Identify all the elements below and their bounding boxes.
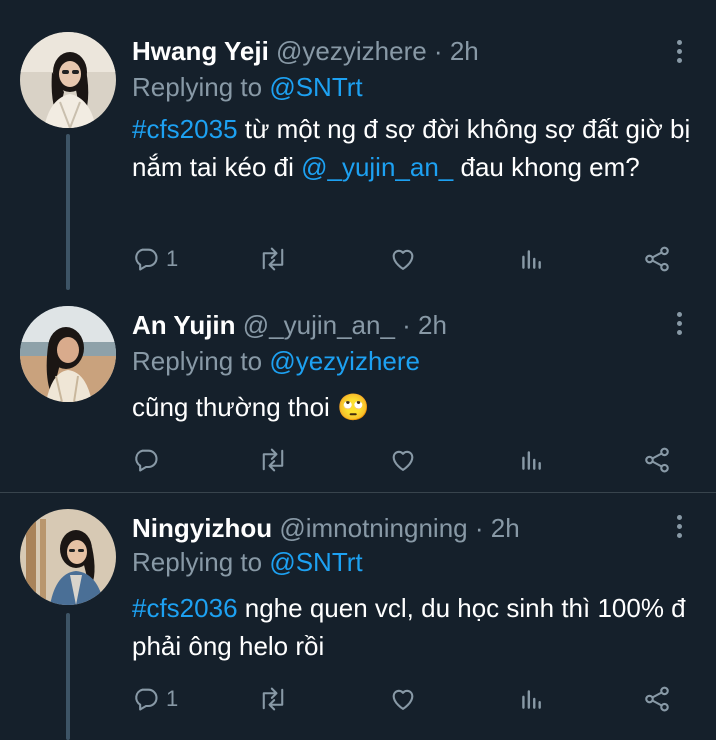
share-button[interactable] (642, 239, 672, 279)
retweet-icon (262, 448, 284, 472)
user-handle[interactable]: @_yujin_an_ (243, 310, 395, 340)
tweet-text-part: cũng thường thoi (132, 392, 338, 422)
like-icon (392, 689, 414, 710)
analytics-icon (522, 451, 541, 470)
hashtag-link[interactable]: #cfs2035 (132, 114, 238, 144)
replying-to-link[interactable]: @SNTrt (269, 72, 362, 102)
like-button[interactable] (388, 440, 418, 480)
avatar[interactable] (20, 32, 116, 128)
like-icon (392, 249, 414, 270)
reply-count: 1 (166, 686, 179, 711)
tweet-text-part: đau khong em? (453, 152, 640, 182)
reply-button[interactable]: 1 (132, 679, 178, 719)
display-name[interactable]: Ningyizhou (132, 513, 272, 543)
reply-count: 1 (166, 246, 179, 271)
replying-to: Replying to @yezyizhere (132, 346, 420, 377)
mention-link[interactable]: @_yujin_an_ (301, 152, 453, 182)
share-icon (645, 686, 669, 712)
more-options-icon[interactable] (672, 40, 686, 70)
share-button[interactable] (642, 679, 672, 719)
display-name[interactable]: Hwang Yeji (132, 36, 269, 66)
like-button[interactable] (388, 239, 418, 279)
hashtag-link[interactable]: #cfs2036 (132, 593, 238, 623)
reply-icon (135, 248, 158, 271)
timestamp[interactable]: 2h (450, 36, 479, 66)
tweet-text: #cfs2036 nghe quen vcl, du học sinh thì … (132, 589, 692, 665)
replying-to-link[interactable]: @yezyizhere (269, 346, 420, 376)
analytics-icon (522, 250, 541, 269)
replying-to-link[interactable]: @SNTrt (269, 547, 362, 577)
replying-prefix: Replying to (132, 346, 270, 376)
analytics-button[interactable] (518, 239, 544, 279)
tweet-actions (132, 440, 692, 480)
more-options-icon[interactable] (672, 312, 686, 342)
more-options-icon[interactable] (672, 515, 686, 545)
retweet-button[interactable] (258, 239, 288, 279)
tweet-actions: 1 (132, 239, 692, 279)
tweet-3[interactable]: Ningyizhou @imnotningning · 2h Replying … (0, 493, 716, 740)
user-handle[interactable]: @yezyizhere (276, 36, 427, 66)
retweet-button[interactable] (258, 440, 288, 480)
replying-to: Replying to @SNTrt (132, 72, 363, 103)
thread-line (66, 613, 70, 740)
tweet-text: #cfs2035 từ một ng đ sợ đời không sợ đất… (132, 110, 692, 186)
timestamp[interactable]: 2h (418, 310, 447, 340)
replying-to: Replying to @SNTrt (132, 547, 363, 578)
user-handle[interactable]: @imnotningning (279, 513, 467, 543)
retweet-icon (262, 247, 284, 271)
share-icon (645, 246, 669, 272)
retweet-icon (262, 687, 284, 711)
tweet-2[interactable]: An Yujin @_yujin_an_ · 2h Replying to @y… (0, 290, 716, 492)
replying-prefix: Replying to (132, 547, 270, 577)
avatar[interactable] (20, 509, 116, 605)
separator-dot: · (394, 310, 419, 340)
replying-prefix: Replying to (132, 72, 270, 102)
like-icon (392, 450, 414, 471)
tweet-actions: 1 (132, 679, 692, 719)
tweet-header: Ningyizhou @imnotningning · 2h (132, 513, 520, 544)
share-icon (645, 447, 669, 473)
display-name[interactable]: An Yujin (132, 310, 236, 340)
reply-icon (135, 688, 158, 711)
separator-dot: · (426, 36, 450, 66)
analytics-button[interactable] (518, 679, 544, 719)
retweet-button[interactable] (258, 679, 288, 719)
tweet-header: Hwang Yeji @yezyizhere · 2h (132, 36, 479, 67)
analytics-button[interactable] (518, 440, 544, 480)
reply-icon (135, 449, 158, 472)
tweet-text: cũng thường thoi 🙄 (132, 388, 692, 426)
like-button[interactable] (388, 679, 418, 719)
analytics-icon (522, 690, 541, 709)
timestamp[interactable]: 2h (491, 513, 520, 543)
thread-line (66, 134, 70, 290)
face-with-rolling-eyes-emoji: 🙄 (337, 392, 370, 422)
separator-dot: · (467, 513, 491, 543)
reply-button[interactable] (132, 440, 166, 480)
tweet-header: An Yujin @_yujin_an_ · 2h (132, 310, 447, 341)
avatar[interactable] (20, 306, 116, 402)
share-button[interactable] (642, 440, 672, 480)
reply-button[interactable]: 1 (132, 239, 178, 279)
tweet-1[interactable]: Hwang Yeji @yezyizhere · 2h Replying to … (0, 0, 716, 290)
